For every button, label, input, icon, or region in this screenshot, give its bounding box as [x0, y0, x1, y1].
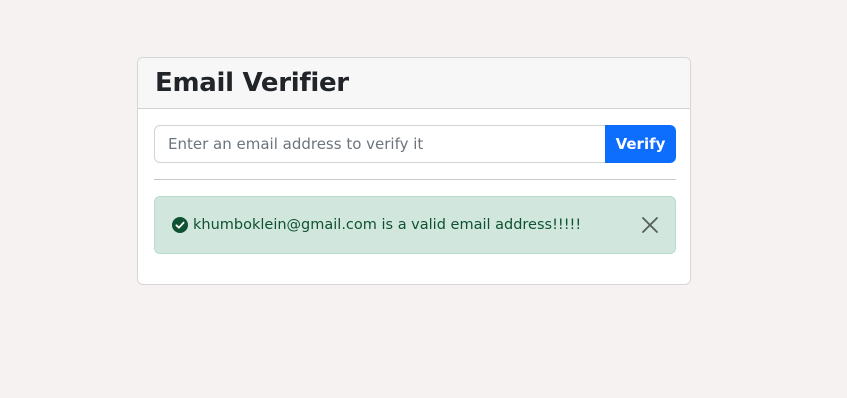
- page-title: Email Verifier: [155, 68, 349, 98]
- alert-message: khumboklein@gmail.com is a valid email a…: [193, 217, 582, 233]
- success-alert: khumboklein@gmail.com is a valid email a…: [154, 196, 676, 254]
- divider: [154, 179, 676, 180]
- card-header: Email Verifier: [138, 58, 690, 109]
- close-icon: [642, 217, 658, 233]
- email-input[interactable]: [154, 125, 605, 163]
- close-alert-button[interactable]: [639, 214, 661, 236]
- email-verifier-card: Email Verifier Verify khumboklein@gmail.…: [137, 57, 691, 285]
- verify-button[interactable]: Verify: [605, 125, 676, 163]
- email-input-group: Verify: [154, 125, 676, 163]
- check-circle-icon: [172, 217, 188, 233]
